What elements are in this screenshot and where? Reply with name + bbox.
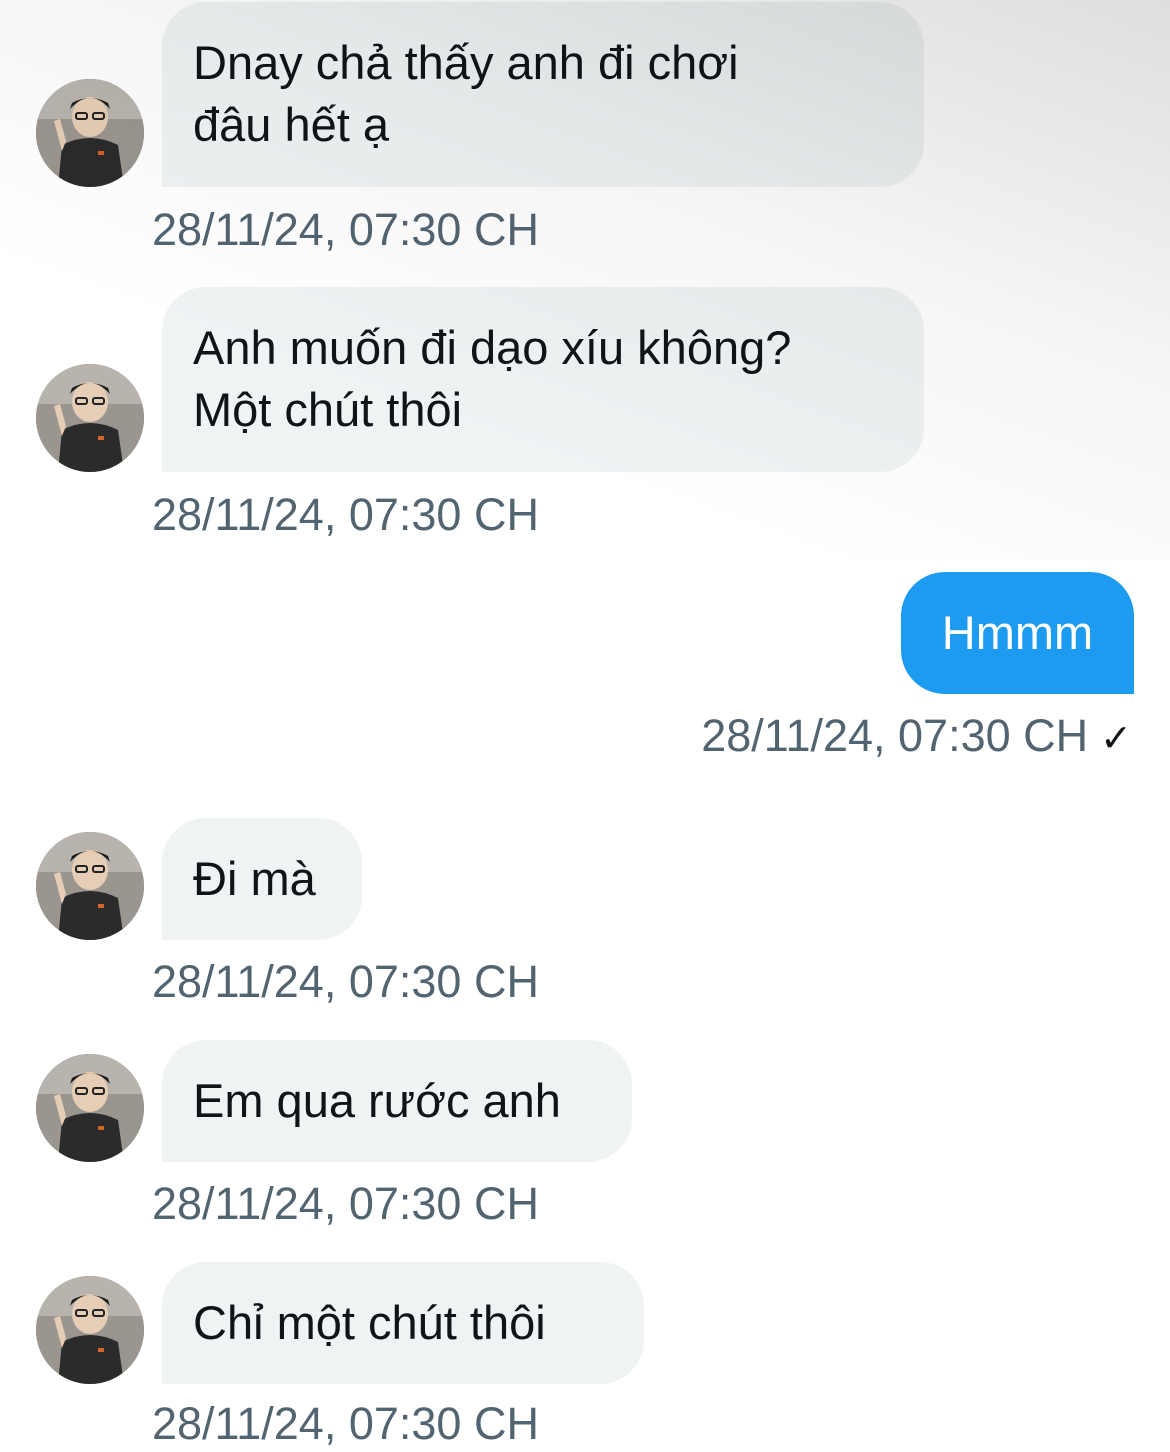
message-text: Chỉ một chút thôi xyxy=(193,1296,546,1349)
sender-avatar[interactable] xyxy=(36,1276,144,1384)
message-bubble-incoming[interactable]: Anh muốn đi dạo xíu không? Một chút thôi xyxy=(162,287,924,472)
message-bubble-outgoing[interactable]: Hmmm xyxy=(901,572,1134,694)
message-text: Đi mà xyxy=(193,852,316,905)
message-timestamp: 28/11/24, 07:30 CH xyxy=(152,1398,539,1449)
message-bubble-incoming[interactable]: Em qua rước anh xyxy=(162,1040,632,1162)
checkmark-icon: ✓ xyxy=(1100,718,1132,760)
message-timestamp: 28/11/24, 07:30 CH xyxy=(152,956,539,1007)
sender-avatar[interactable] xyxy=(36,364,144,472)
message-text: Em qua rước anh xyxy=(193,1074,561,1127)
message-text: Dnay chả thấy anh đi chơi xyxy=(193,36,739,89)
sender-avatar[interactable] xyxy=(36,79,144,187)
message-text: đâu hết ạ xyxy=(193,98,390,151)
message-bubble-incoming[interactable]: Đi mà xyxy=(162,818,362,940)
message-bubble-incoming[interactable]: Chỉ một chút thôi xyxy=(162,1262,644,1384)
sender-avatar[interactable] xyxy=(36,1054,144,1162)
message-timestamp: 28/11/24, 07:30 CH xyxy=(152,1178,539,1229)
message-timestamp-row: 28/11/24, 07:30 CH ✓ xyxy=(701,710,1132,765)
message-text: Một chút thôi xyxy=(193,383,463,436)
message-timestamp: 28/11/24, 07:30 CH xyxy=(701,710,1089,761)
sender-avatar[interactable] xyxy=(36,832,144,940)
message-bubble-incoming[interactable]: Dnay chả thấy anh đi chơi đâu hết ạ xyxy=(162,2,924,187)
message-timestamp: 28/11/24, 07:30 CH xyxy=(152,489,539,540)
message-text: Anh muốn đi dạo xíu không? xyxy=(193,321,792,374)
message-timestamp: 28/11/24, 07:30 CH xyxy=(152,204,539,255)
message-text: Hmmm xyxy=(941,606,1094,659)
